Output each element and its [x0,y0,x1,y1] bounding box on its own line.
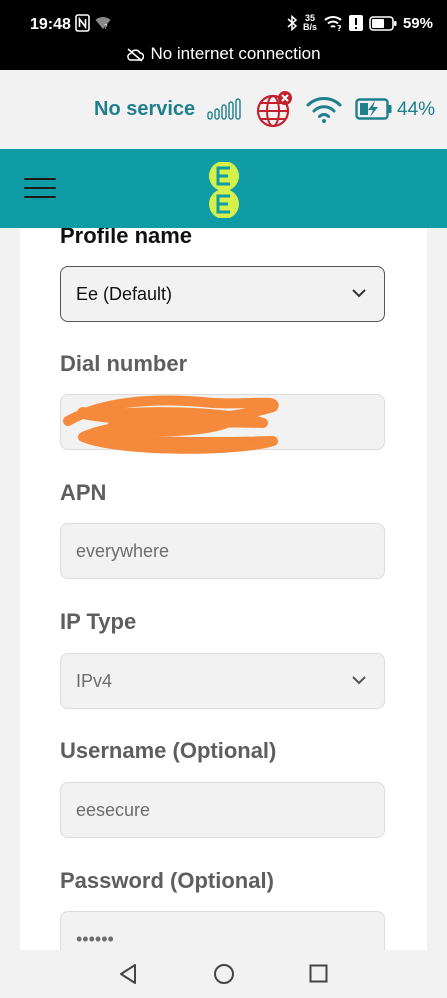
ee-logo [209,162,239,218]
redaction-scribble [63,395,279,454]
cloud-off-icon [127,48,145,62]
profile-name-select[interactable]: Ee (Default) [60,266,385,322]
apn-field[interactable]: everywhere [60,523,385,579]
chevron-down-icon [352,289,366,298]
dial-number-field[interactable] [60,394,385,454]
chevron-down-icon [352,676,366,685]
recents-icon[interactable] [309,964,328,983]
wifi-icon: ? [324,16,342,31]
system-status-bar: 19:48 ? 35 B/s ? 59% No internet connect… [0,0,447,70]
dial-number-label: Dial number [60,351,188,376]
battery-charging-icon [355,98,392,120]
ip-type-select[interactable]: IPv4 [60,653,385,709]
apn-label: APN [60,480,107,505]
clock: 19:48 [30,16,71,33]
alert-icon [348,15,363,31]
password-field[interactable]: •••••• [60,911,385,950]
back-icon[interactable] [118,963,138,985]
svg-text:?: ? [104,23,108,30]
no-internet-notification: No internet connection [0,44,447,64]
service-status: No service [94,98,196,120]
network-speed: 35 B/s [303,14,317,32]
profile-name-label: Profile name [60,228,193,248]
username-value: eesecure [76,799,151,820]
wifi-question-icon: ? [95,17,111,30]
notification-text: No internet connection [150,44,321,63]
router-battery-percent: 44% [397,99,436,120]
apn-value: everywhere [76,540,170,561]
hamburger-menu-icon[interactable] [24,178,56,200]
battery-percent: 59% [402,14,433,32]
nfc-icon [75,14,90,32]
svg-text:?: ? [337,24,342,31]
system-navigation-bar [0,950,447,998]
home-icon[interactable] [213,963,235,985]
ip-type-label: IP Type [60,609,137,634]
signal-bars-icon [207,98,241,120]
username-field[interactable]: eesecure [60,782,385,838]
password-value: •••••• [76,928,114,949]
speed-unit: B/s [302,22,317,32]
profile-name-value: Ee (Default) [76,283,173,304]
bluetooth-icon [287,15,297,31]
router-status-bar: No service 44% [0,70,447,149]
wifi-icon [306,97,342,123]
status-right-cluster: 35 B/s ? 59% [287,14,433,32]
password-label: Password (Optional) [60,868,274,893]
username-label: Username (Optional) [60,738,277,763]
ip-type-value: IPv4 [76,670,113,691]
apn-profile-form: Profile name Ee (Default) Dial number AP… [20,228,427,950]
globe-disconnected-icon [256,91,292,128]
app-header [0,149,447,228]
battery-icon [369,15,397,31]
